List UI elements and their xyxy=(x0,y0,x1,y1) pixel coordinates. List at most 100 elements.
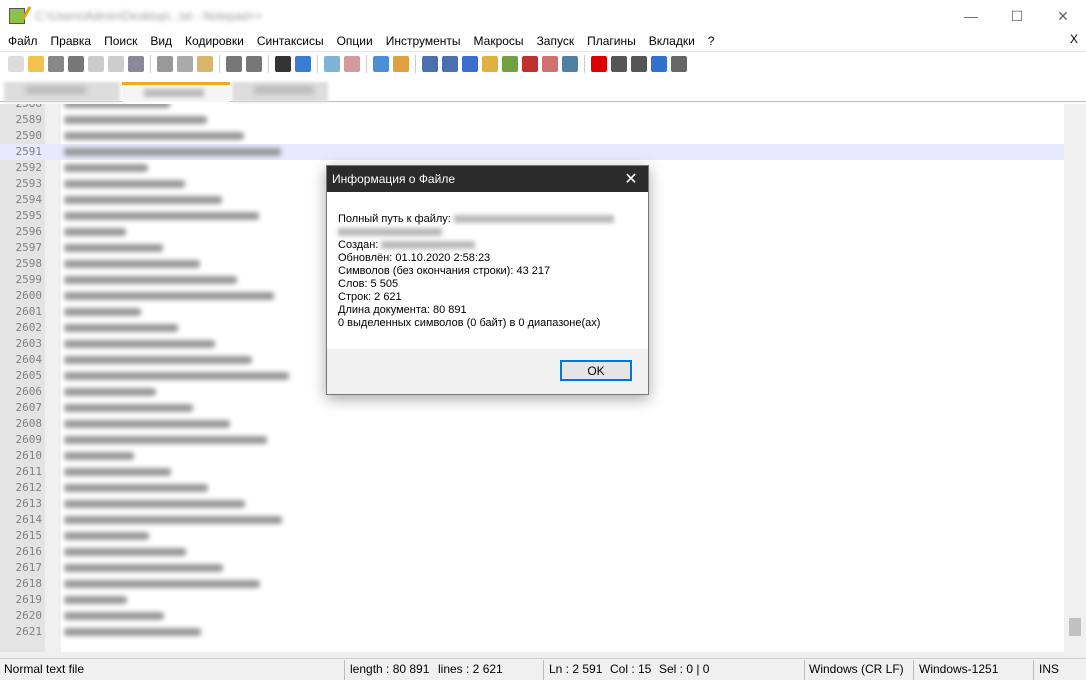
editor-line[interactable]: 2608 xyxy=(0,416,1064,432)
sync-horizontal-icon[interactable] xyxy=(393,55,409,72)
redo-icon[interactable] xyxy=(246,55,262,72)
editor-line[interactable]: 2591 xyxy=(0,144,1064,160)
dialog-title: Информация о Файле xyxy=(332,172,455,186)
editor-line[interactable]: 2618 xyxy=(0,576,1064,592)
monitor-icon[interactable] xyxy=(562,55,578,72)
tab-document-1[interactable] xyxy=(4,82,120,102)
updated-date: Обновлён: 01.10.2020 2:58:23 xyxy=(338,252,491,264)
print-icon[interactable] xyxy=(128,55,144,72)
line-text xyxy=(64,104,170,108)
line-number: 2614 xyxy=(15,513,43,526)
editor-line[interactable]: 2619 xyxy=(0,592,1064,608)
line-text xyxy=(64,148,281,156)
function-list-icon[interactable] xyxy=(522,55,538,72)
minimize-button[interactable]: — xyxy=(948,0,994,32)
vertical-scrollbar[interactable] xyxy=(1064,104,1086,652)
zoom-out-icon[interactable] xyxy=(344,55,360,72)
menu-item[interactable]: Синтаксисы xyxy=(257,34,324,48)
status-eol: Windows (CR LF) xyxy=(809,662,904,676)
open-file-icon[interactable] xyxy=(28,55,44,72)
save-macro-icon[interactable] xyxy=(671,55,687,72)
save-all-icon[interactable] xyxy=(68,55,84,72)
menu-item[interactable]: Инструменты xyxy=(386,34,461,48)
menu-item[interactable]: Поиск xyxy=(104,34,137,48)
maximize-button[interactable]: ☐ xyxy=(994,0,1040,32)
word-count: Слов: 5 505 xyxy=(338,278,399,290)
line-text xyxy=(64,596,127,604)
close-icon[interactable] xyxy=(88,55,104,72)
editor-line[interactable]: 2610 xyxy=(0,448,1064,464)
new-file-icon[interactable] xyxy=(8,55,24,72)
menu-bar: Файл Правка Поиск Вид Кодировки Синтаксисы Опц… xyxy=(0,32,1086,50)
scroll-thumb[interactable] xyxy=(1069,618,1081,636)
editor-line[interactable]: 2616 xyxy=(0,544,1064,560)
folder-workspace-icon[interactable] xyxy=(542,55,558,72)
toolbar-separator xyxy=(219,54,220,73)
play-macro-icon[interactable] xyxy=(631,55,647,72)
ok-button[interactable]: OK xyxy=(560,360,632,381)
editor-line[interactable]: 2617 xyxy=(0,560,1064,576)
menu-item[interactable]: Вид xyxy=(150,34,172,48)
line-number: 2611 xyxy=(15,465,43,478)
editor-line[interactable]: 2612 xyxy=(0,480,1064,496)
editor-line[interactable]: 2589 xyxy=(0,112,1064,128)
editor-line[interactable]: 2611 xyxy=(0,464,1064,480)
line-number: 2604 xyxy=(15,353,43,366)
tab-document-3[interactable] xyxy=(232,82,328,102)
line-number: 2596 xyxy=(15,225,43,238)
line-number: 2593 xyxy=(15,177,43,190)
tab-bar xyxy=(0,76,1086,102)
undo-icon[interactable] xyxy=(226,55,242,72)
editor-line[interactable]: 2621 xyxy=(0,624,1064,640)
replace-icon[interactable] xyxy=(295,55,311,72)
stop-macro-icon[interactable] xyxy=(611,55,627,72)
close-all-icon[interactable] xyxy=(108,55,124,72)
title-bar: C:\Users\Admin\Desktop\...txt - Notepad+… xyxy=(0,0,1086,32)
line-number: 2610 xyxy=(15,449,43,462)
editor-line[interactable]: 2590 xyxy=(0,128,1064,144)
save-icon[interactable] xyxy=(48,55,64,72)
line-number: 2603 xyxy=(15,337,43,350)
menu-item[interactable]: Плагины xyxy=(587,34,636,48)
editor-line[interactable]: 2588 xyxy=(0,104,1064,112)
editor-line[interactable]: 2620 xyxy=(0,608,1064,624)
cut-icon[interactable] xyxy=(157,55,173,72)
dialog-close-button[interactable]: ✕ xyxy=(614,166,648,192)
line-number: 2606 xyxy=(15,385,43,398)
close-button[interactable]: ✕ xyxy=(1040,0,1086,32)
created-label: Создан: xyxy=(338,239,379,251)
zoom-in-icon[interactable] xyxy=(324,55,340,72)
line-text xyxy=(64,580,260,588)
word-wrap-icon[interactable] xyxy=(422,55,438,72)
menu-item[interactable]: Вкладки xyxy=(649,34,695,48)
copy-icon[interactable] xyxy=(177,55,193,72)
menu-item[interactable]: Запуск xyxy=(537,34,575,48)
line-text xyxy=(64,340,215,348)
paste-icon[interactable] xyxy=(197,55,213,72)
udl-icon[interactable] xyxy=(482,55,498,72)
find-icon[interactable] xyxy=(275,55,291,72)
line-number: 2588 xyxy=(0,104,43,112)
editor-line[interactable]: 2609 xyxy=(0,432,1064,448)
status-line: Ln : 2 591 xyxy=(549,662,603,676)
menu-item[interactable]: Кодировки xyxy=(185,34,244,48)
record-macro-icon[interactable] xyxy=(591,55,607,72)
menu-item[interactable]: Файл xyxy=(8,34,38,48)
editor-line[interactable]: 2615 xyxy=(0,528,1064,544)
menu-item[interactable]: Макросы xyxy=(474,34,524,48)
indent-guide-icon[interactable] xyxy=(462,55,478,72)
close-document-button[interactable]: X xyxy=(1070,32,1078,46)
menu-item[interactable]: Опции xyxy=(337,34,373,48)
line-text xyxy=(64,436,267,444)
show-all-chars-icon[interactable] xyxy=(442,55,458,72)
sync-vertical-icon[interactable] xyxy=(373,55,389,72)
tab-document-active[interactable] xyxy=(122,82,230,102)
run-macro-multiple-icon[interactable] xyxy=(651,55,667,72)
document-map-icon[interactable] xyxy=(502,55,518,72)
menu-item[interactable]: ? xyxy=(708,34,715,48)
menu-item[interactable]: Правка xyxy=(51,34,92,48)
editor-line[interactable]: 2614 xyxy=(0,512,1064,528)
editor-line[interactable]: 2607 xyxy=(0,400,1064,416)
editor-line[interactable]: 2613 xyxy=(0,496,1064,512)
line-number: 2607 xyxy=(15,401,43,414)
